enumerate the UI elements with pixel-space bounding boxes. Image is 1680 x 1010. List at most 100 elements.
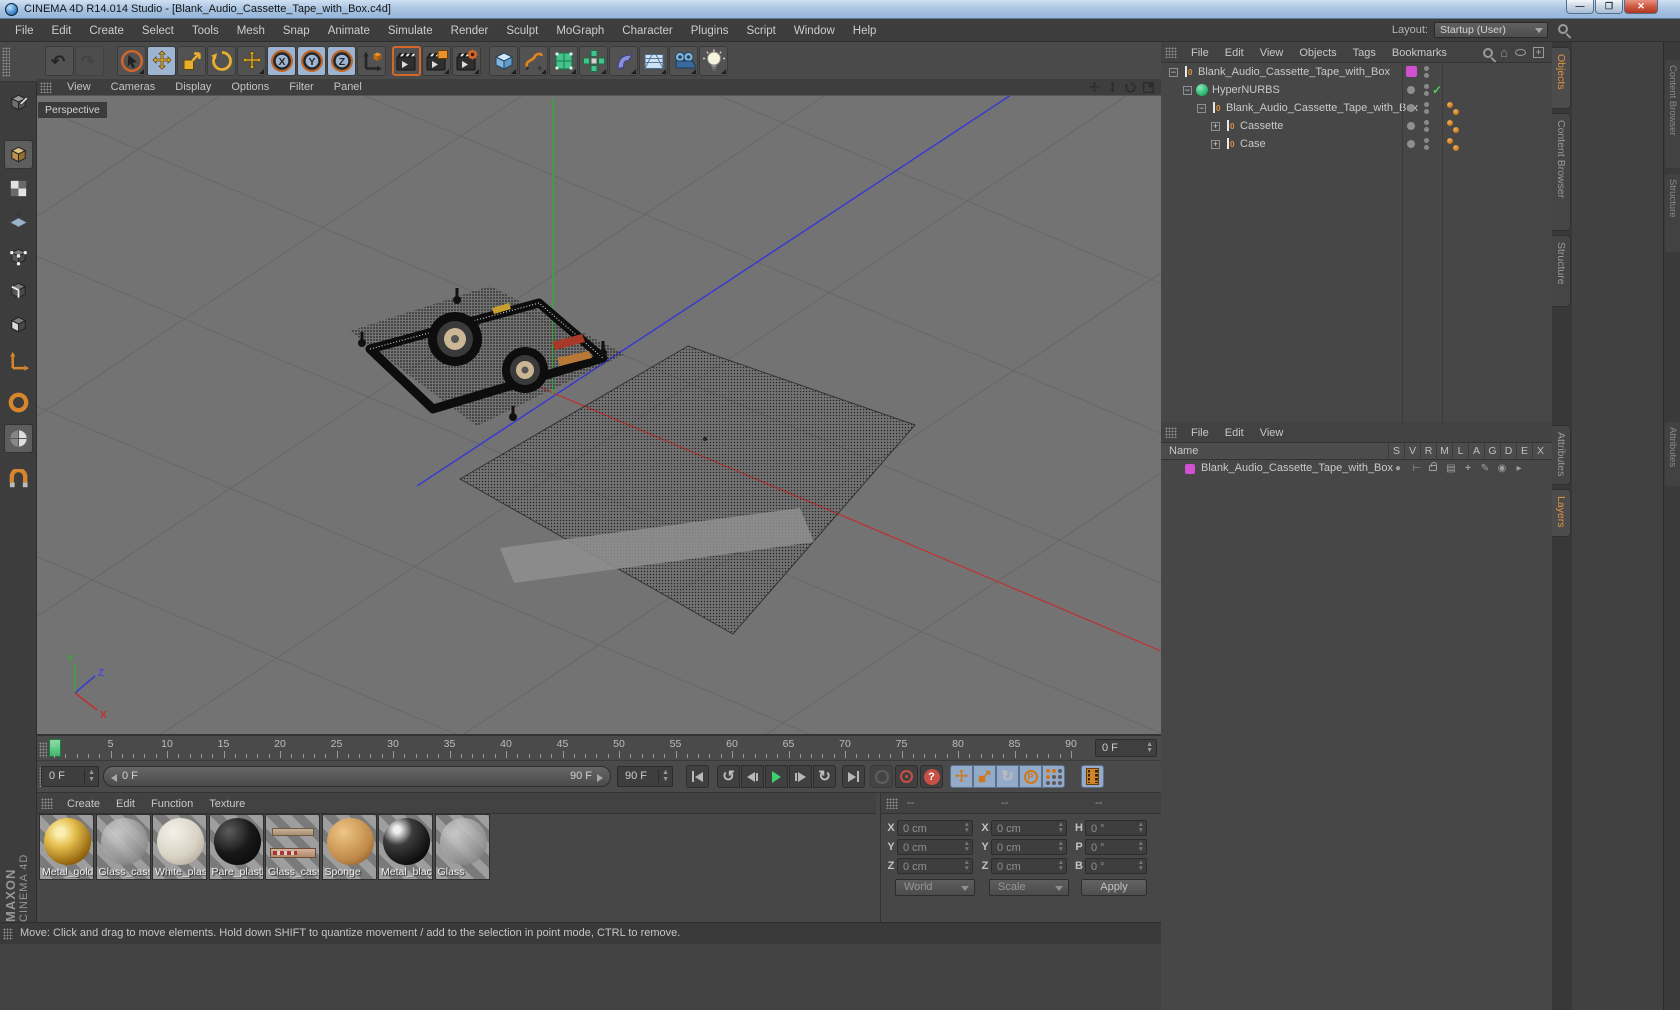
material-menu-function[interactable]: Function (143, 798, 201, 810)
object-manager-menu-file[interactable]: File (1183, 47, 1217, 59)
rotate-icon[interactable] (207, 46, 236, 76)
expander-toggle[interactable]: − (1183, 85, 1192, 95)
layer-solo-icon[interactable]: ● (1391, 462, 1405, 475)
goto-end-button[interactable] (842, 765, 865, 788)
texture-tag-icon[interactable] (1453, 145, 1459, 151)
layer-film-icon[interactable]: ▤ (1444, 462, 1458, 475)
menu-help[interactable]: Help (844, 25, 886, 37)
viewport-label[interactable]: Perspective (38, 102, 107, 118)
menu-window[interactable]: Window (785, 25, 844, 37)
play-button[interactable] (765, 765, 788, 788)
layer-eye-icon[interactable]: ◉ (1495, 462, 1509, 475)
frame-dropdown[interactable]: 0 F ▲ ▼ (1095, 739, 1157, 757)
viewport-menu-cameras[interactable]: Cameras (101, 81, 166, 93)
last-tool-icon[interactable] (237, 46, 266, 76)
range-right-arrow-icon[interactable] (597, 774, 603, 782)
texture-axis-mode[interactable] (4, 424, 33, 453)
undo-icon[interactable]: ↶ (45, 46, 74, 76)
layer-dot[interactable] (1407, 86, 1415, 94)
object-label[interactable]: Case (1240, 138, 1266, 150)
key-parameter-button[interactable]: P (1019, 765, 1042, 788)
texture-mode[interactable] (4, 174, 33, 203)
panel-grip[interactable] (1165, 427, 1177, 438)
expander-toggle[interactable]: + (1211, 121, 1220, 131)
timeline-grip[interactable] (39, 742, 47, 758)
menu-mesh[interactable]: Mesh (228, 25, 274, 37)
layer-color-swatch[interactable] (1406, 66, 1417, 77)
rotate-camera-icon[interactable] (1123, 80, 1137, 94)
previous-frame-button[interactable] (741, 765, 764, 788)
scale-mode-select[interactable]: Scale (989, 879, 1069, 896)
layer-manager-menu-view[interactable]: View (1252, 427, 1292, 439)
render-picture-viewer-icon[interactable] (422, 46, 451, 76)
coord-value-field[interactable]: 0 ° ▲ ▼ (1085, 858, 1147, 874)
move-icon[interactable] (147, 46, 176, 76)
add-panel-icon[interactable]: + (1533, 47, 1544, 58)
object-manager-menu-view[interactable]: View (1252, 47, 1292, 59)
goto-start-button[interactable] (686, 765, 709, 788)
menu-create[interactable]: Create (80, 25, 133, 37)
next-frame-button[interactable] (789, 765, 812, 788)
edge-tab-attributes[interactable]: Attributes (1665, 422, 1680, 486)
object-manager-menu-tags[interactable]: Tags (1345, 47, 1384, 59)
material-menu-edit[interactable]: Edit (108, 798, 143, 810)
material-menu-create[interactable]: Create (59, 798, 108, 810)
render-view-icon[interactable] (392, 46, 421, 76)
object-label[interactable]: Blank_Audio_Cassette_Tape_with_Box (1198, 66, 1390, 78)
layer-manager-menu-edit[interactable]: Edit (1217, 427, 1252, 439)
texture-tag-icon[interactable] (1447, 120, 1453, 126)
texture-tag-icon[interactable] (1453, 127, 1459, 133)
object-manager-menu-bookmarks[interactable]: Bookmarks (1384, 47, 1455, 59)
perspective-viewport[interactable]: Y Z X Perspective (37, 96, 1161, 734)
coordinate-system-icon[interactable] (357, 46, 386, 76)
texture-tag-icon[interactable] (1447, 138, 1453, 144)
layout-select[interactable]: Startup (User) (1434, 22, 1548, 38)
range-left-arrow-icon[interactable] (111, 774, 117, 782)
coord-value-field[interactable]: 0 cm ▲ ▼ (991, 820, 1067, 836)
tab-structure[interactable]: Structure (1552, 235, 1571, 307)
key-rotation-button[interactable]: ↻ (996, 765, 1019, 788)
viewport-menu-view[interactable]: View (57, 81, 101, 93)
close-button[interactable]: ✕ (1624, 0, 1658, 14)
menu-mograph[interactable]: MoGraph (547, 25, 613, 37)
object-label[interactable]: Cassette (1240, 120, 1283, 132)
object-row[interactable]: −0 Blank_Audio_Cassette_Tape_with_Box (1161, 63, 1552, 81)
menu-tools[interactable]: Tools (183, 25, 228, 37)
object-label[interactable]: HyperNURBS (1212, 84, 1280, 96)
coord-value-field[interactable]: 0 cm ▲ ▼ (897, 839, 973, 855)
play-reverse-button[interactable]: ↺ (717, 765, 740, 788)
model-mode[interactable] (4, 140, 33, 169)
panel-grip[interactable] (886, 798, 898, 809)
material-item[interactable]: Glass (434, 814, 490, 880)
layer-axis-icon[interactable]: + (1461, 462, 1475, 475)
toolbar-grip[interactable] (2, 47, 10, 77)
current-frame-field[interactable]: 0 F ▲ ▼ (41, 766, 99, 787)
key-position-button[interactable] (950, 765, 973, 788)
visibility-dots[interactable] (1424, 84, 1429, 98)
hypernurbs-icon[interactable] (549, 46, 578, 76)
menu-plugins[interactable]: Plugins (682, 25, 738, 37)
layer-dot[interactable] (1407, 122, 1415, 130)
record-keyframe-button[interactable] (870, 765, 893, 788)
visibility-dots[interactable] (1424, 66, 1429, 80)
object-manager-menu-edit[interactable]: Edit (1217, 47, 1252, 59)
material-item[interactable]: Sponge (321, 814, 377, 880)
zoom-icon[interactable] (1105, 80, 1119, 94)
menu-render[interactable]: Render (442, 25, 498, 37)
tab-content-browser[interactable]: Content Browser (1552, 113, 1571, 231)
visibility-dots[interactable] (1424, 138, 1429, 152)
layer-hierarchy-icon[interactable]: ⊢ (1410, 462, 1424, 475)
array-mograph-icon[interactable] (579, 46, 608, 76)
edges-mode[interactable] (4, 276, 33, 305)
polygons-mode[interactable] (4, 310, 33, 339)
expander-toggle[interactable]: + (1211, 139, 1220, 149)
light-icon[interactable] (699, 46, 728, 76)
search-icon[interactable] (1558, 24, 1568, 34)
enable-axis-mode[interactable] (4, 346, 33, 375)
key-pla-button[interactable] (1042, 765, 1065, 788)
viewport-menu-panel[interactable]: Panel (324, 81, 372, 93)
expander-toggle[interactable]: − (1169, 67, 1178, 77)
camera-icon[interactable] (669, 46, 698, 76)
edge-tab-content-browser[interactable]: Content Browser (1665, 60, 1680, 168)
layer-manager-menu-file[interactable]: File (1183, 427, 1217, 439)
